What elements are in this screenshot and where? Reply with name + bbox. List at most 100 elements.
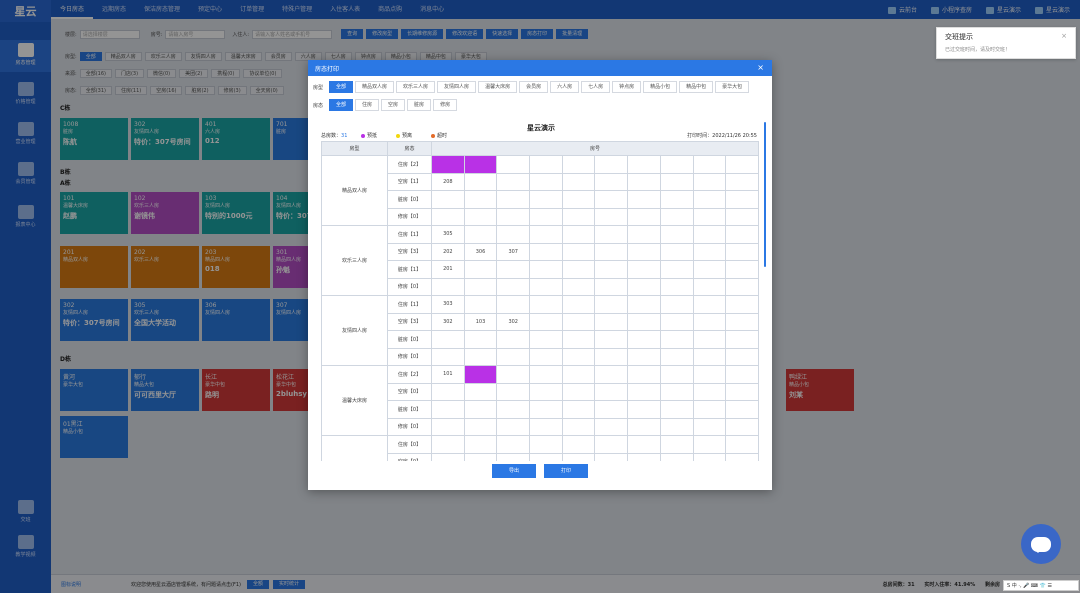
input-method-bar[interactable]: S 中 ·, 🎤 ⌨ 👕 ☰ [1003, 580, 1079, 591]
status-chip[interactable]: 脏房 [407, 99, 432, 111]
type-chip[interactable]: 豪华大包 [715, 81, 750, 93]
status-cell: 修房【0】 [387, 277, 432, 296]
preview-scrollbar[interactable] [764, 122, 766, 267]
room-cell [463, 155, 498, 174]
type-chip[interactable]: 友情四人房 [437, 81, 477, 93]
table-row: 脏房【0】 [322, 190, 759, 209]
type-chip[interactable]: 精品小包 [643, 81, 678, 93]
room-cell [431, 435, 465, 454]
table-row: 修房【0】 [322, 417, 759, 436]
room-cell [529, 260, 563, 279]
type-chip[interactable]: 温馨大床房 [478, 81, 518, 93]
status-chip[interactable]: 空房 [381, 99, 406, 111]
room-cell [431, 452, 465, 461]
room-cell [692, 330, 727, 349]
room-cell [463, 190, 498, 209]
room-cell [561, 347, 596, 366]
type-chip[interactable]: 六人房 [550, 81, 580, 93]
room-cell [496, 295, 531, 314]
room-cell [496, 365, 531, 384]
room-cell [692, 172, 727, 191]
room-cell [725, 400, 759, 419]
status-cell: 住房【1】 [387, 295, 432, 314]
room-cell [627, 260, 661, 279]
type-chip[interactable]: 精品中包 [679, 81, 714, 93]
type-chip[interactable]: 七人房 [581, 81, 611, 93]
room-cell [561, 365, 596, 384]
room-cell [463, 365, 498, 384]
room-cell [594, 417, 629, 436]
room-cell [431, 207, 465, 226]
table-row: 空房【0】 [322, 382, 759, 401]
room-cell [659, 347, 694, 366]
room-cell [594, 207, 629, 226]
status-cell: 空房【1】 [387, 172, 432, 191]
status-cell: 空房【3】 [387, 242, 432, 261]
app-window: 星云 房态管理 价格管理 营业管理 会员管理 报表中心 交班 教学视频 今日房态… [0, 0, 1080, 593]
room-cell [594, 190, 629, 209]
status-cell: 空房【0】 [387, 452, 432, 461]
print-time: 打印时间：2022/11/26 20:55 [687, 133, 757, 139]
status-cell: 脏房【0】 [387, 400, 432, 419]
room-cell [725, 312, 759, 331]
status-chip[interactable]: 修房 [433, 99, 458, 111]
dialog-footer: 导出 打印 [308, 464, 772, 478]
type-chip[interactable]: 欢乐三人房 [396, 81, 436, 93]
room-cell [496, 207, 531, 226]
room-cell [659, 365, 694, 384]
room-cell [431, 155, 465, 174]
legend-item: 预离 [396, 132, 412, 139]
table-body: 精品双人房 住房【2】 空房【1】 208 脏房【0】 修房【0】 欢乐三人房 住房【1】 30… [321, 155, 759, 461]
room-cell [561, 277, 596, 296]
room-cell [463, 260, 498, 279]
status-cell: 修房【0】 [387, 417, 432, 436]
room-cell [692, 225, 727, 244]
room-cell [561, 400, 596, 419]
type-chip-all[interactable]: 全部 [329, 81, 354, 93]
room-cell [627, 190, 661, 209]
type-chip[interactable]: 钟点房 [612, 81, 642, 93]
room-cell [725, 155, 759, 174]
room-cell: 307 [496, 242, 531, 261]
status-chip[interactable]: 住房 [355, 99, 380, 111]
status-chip-all[interactable]: 全部 [329, 99, 354, 111]
chat-support-button[interactable] [1021, 524, 1061, 564]
legend-dot [396, 133, 400, 138]
room-cell [496, 260, 531, 279]
room-cell [561, 417, 596, 436]
room-type-cell: 欢乐三人房 [321, 225, 388, 296]
print-button[interactable]: 打印 [544, 464, 588, 478]
room-cell [627, 277, 661, 296]
room-cell [496, 330, 531, 349]
close-icon[interactable]: × [1061, 32, 1067, 40]
dialog-title: 房态打印 [315, 65, 340, 73]
room-cell [529, 312, 563, 331]
room-cell [561, 452, 596, 461]
room-cell [463, 400, 498, 419]
table-row: 脏房【0】 [322, 330, 759, 349]
export-button[interactable]: 导出 [492, 464, 536, 478]
room-cell [627, 365, 661, 384]
room-cell [594, 172, 629, 191]
room-cell [725, 207, 759, 226]
room-cell [725, 330, 759, 349]
room-cell [529, 207, 563, 226]
room-cell [692, 417, 727, 436]
room-cell [725, 190, 759, 209]
room-cell [594, 452, 629, 461]
close-icon[interactable]: × [757, 63, 764, 72]
room-status-print-dialog: 房态打印 × 房型 全部 精品双人房 欢乐三人房 友情四人房 温馨大床房 会员房… [308, 60, 772, 490]
room-cell [594, 382, 629, 401]
room-type-cell: 温馨大床房 [321, 365, 388, 436]
type-chip[interactable]: 精品双人房 [355, 81, 395, 93]
type-chip[interactable]: 会员房 [519, 81, 549, 93]
room-cell [594, 347, 629, 366]
room-cell [561, 260, 596, 279]
status-cell: 空房【3】 [387, 312, 432, 331]
room-cell [561, 295, 596, 314]
room-cell [561, 242, 596, 261]
room-cell [725, 260, 759, 279]
room-cell [529, 190, 563, 209]
room-type-cell: 友情四人房 [321, 295, 388, 366]
table-row: 精品双人房 住房【2】 [321, 155, 759, 226]
